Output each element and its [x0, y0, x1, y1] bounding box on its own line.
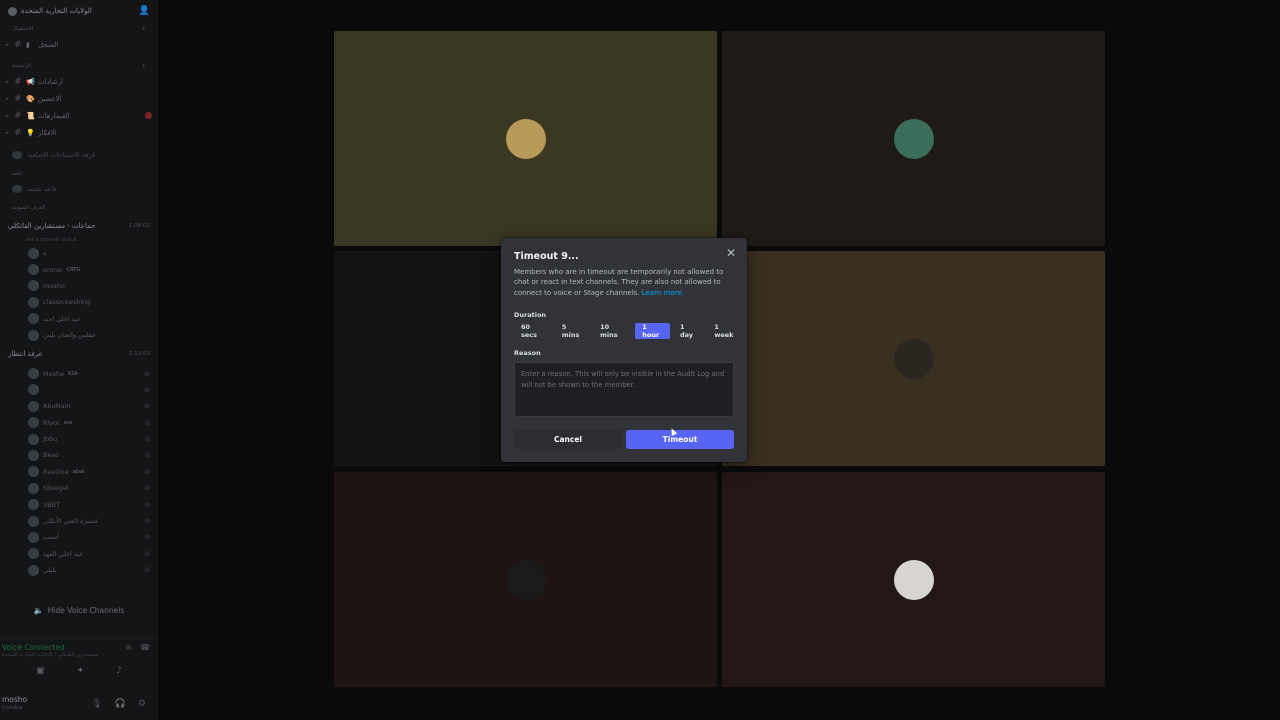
duration-options: 60 secs 5 mins 10 mins 1 hour 1 day 1 week [514, 323, 747, 339]
timeout-button[interactable]: Timeout [626, 430, 734, 449]
cancel-button[interactable]: Cancel [514, 430, 622, 449]
modal-title: Timeout 9... [514, 251, 579, 262]
learn-more-link[interactable]: Learn more. [642, 289, 684, 297]
modal-description: Members who are in timeout are temporari… [514, 268, 724, 297]
duration-option[interactable]: 10 mins [593, 323, 632, 339]
reason-textarea[interactable]: Enter a reason. This will only be visibl… [514, 362, 734, 417]
close-icon[interactable]: ✕ [724, 246, 738, 260]
duration-option[interactable]: 1 hour [635, 323, 670, 339]
duration-option[interactable]: 60 secs [514, 323, 552, 339]
duration-option[interactable]: 1 day [673, 323, 704, 339]
duration-option[interactable]: 1 week [707, 323, 744, 339]
timeout-modal: Timeout 9... ✕ Members who are in timeou… [501, 238, 747, 462]
reason-label: Reason [514, 349, 541, 357]
app-window: الولايات التجارية المتحدة 👤 الاستقبال + ▸… [0, 0, 1280, 720]
duration-option[interactable]: 5 mins [555, 323, 590, 339]
duration-label: Duration [514, 311, 547, 319]
